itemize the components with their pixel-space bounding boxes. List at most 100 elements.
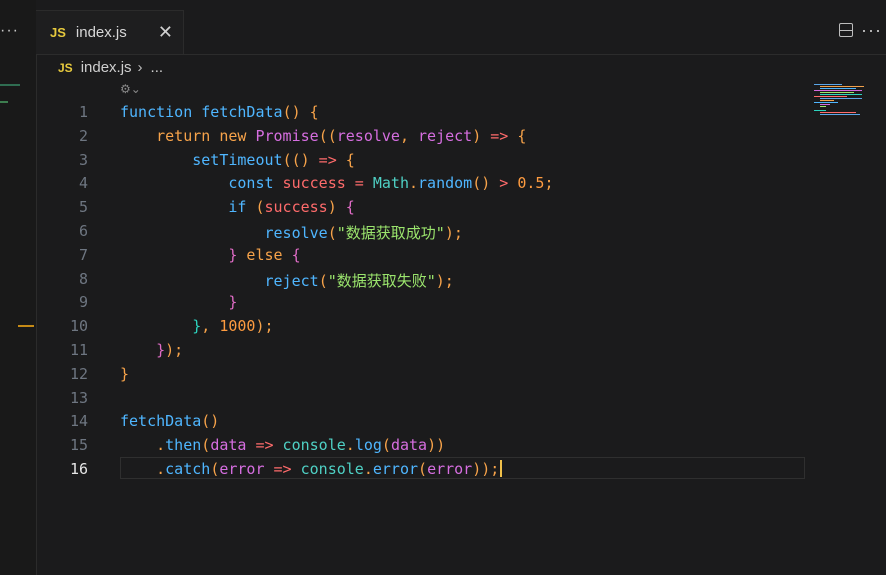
code-line[interactable]: 8 reject("数据获取失败");	[38, 268, 808, 292]
more-actions-icon[interactable]: ···	[0, 22, 19, 40]
code-line[interactable]: 14 fetchData()	[38, 410, 808, 434]
minimap-line	[814, 84, 842, 85]
more-actions-icon[interactable]: ···	[861, 20, 882, 41]
code-token: 0.5	[508, 174, 545, 193]
breadcrumb-file[interactable]: index.js	[81, 59, 132, 76]
line-number: 9	[78, 293, 88, 312]
code-text[interactable]: }	[120, 365, 129, 383]
code-token: {	[508, 126, 527, 145]
line-number: 11	[69, 341, 88, 359]
minimap-line	[820, 86, 864, 87]
minimap-line	[814, 110, 826, 111]
line-number: 7	[78, 245, 88, 264]
code-text[interactable]: setTimeout(() => {	[120, 151, 355, 169]
code-token: .	[409, 174, 419, 193]
code-text[interactable]: function fetchData() {	[120, 103, 319, 121]
code-text[interactable]: reject("数据获取失败");	[120, 270, 454, 291]
minimap-line	[820, 94, 862, 95]
close-icon[interactable]: ✕	[158, 22, 173, 43]
code-token: "数据获取成功"	[336, 224, 445, 242]
minimap-line	[820, 106, 826, 107]
code-token: (	[318, 271, 328, 290]
code-token: ,	[201, 317, 211, 336]
code-token: =>	[246, 436, 274, 455]
code-token: log	[354, 436, 382, 455]
line-number: 4	[78, 174, 88, 193]
code-text[interactable]: const success = Math.random() > 0.5;	[120, 174, 553, 193]
code-text[interactable]: .catch(error => console.error(error));	[120, 460, 503, 478]
code-token: ));	[472, 460, 500, 478]
minimap[interactable]	[806, 76, 866, 121]
code-token: reject	[409, 126, 473, 145]
code-line[interactable]: 7 } else {	[38, 244, 808, 268]
code-lens-icon[interactable]: ⚙⌄	[120, 82, 141, 96]
code-line[interactable]: 5 if (success) {	[38, 196, 808, 220]
code-line[interactable]: 6 resolve("数据获取成功");	[38, 220, 808, 244]
code-line[interactable]: 3 setTimeout(() => {	[38, 149, 808, 173]
code-token: error	[219, 460, 265, 478]
code-token: >	[490, 174, 509, 193]
code-token: data	[390, 436, 428, 455]
code-line[interactable]: 13	[38, 387, 808, 411]
code-token: error	[372, 460, 419, 478]
code-line[interactable]: 16 .catch(error => console.error(error))…	[38, 458, 808, 482]
code-text[interactable]: fetchData()	[120, 412, 219, 430]
code-token: )	[300, 150, 310, 169]
code-line[interactable]: 12}	[38, 363, 808, 387]
minimap-line	[814, 90, 862, 91]
code-text[interactable]: return new Promise((resolve, reject) => …	[120, 127, 526, 145]
code-line[interactable]: 11 });	[38, 339, 808, 363]
code-line[interactable]: 15 .then(data => console.log(data))	[38, 434, 808, 458]
code-editor[interactable]: 1 function fetchData() {2 return new Prom…	[38, 101, 838, 575]
code-token: =>	[264, 460, 292, 478]
code-token: catch	[165, 460, 211, 478]
code-token: const	[120, 174, 274, 193]
code-line[interactable]: 2 return new Promise((resolve, reject) =…	[38, 125, 808, 149]
minimap-line	[820, 112, 856, 113]
code-token: new	[210, 126, 247, 145]
code-token: error	[427, 460, 473, 478]
line-number: 3	[78, 150, 88, 169]
code-line[interactable]: 4 const success = Math.random() > 0.5;	[38, 172, 808, 196]
code-text[interactable]: .then(data => console.log(data))	[120, 436, 445, 454]
line-number: 12	[69, 364, 88, 383]
code-token: }	[120, 341, 166, 359]
code-token: {	[336, 198, 355, 217]
code-line[interactable]: 1 function fetchData() {	[38, 101, 808, 125]
code-token: );	[255, 317, 274, 336]
code-text[interactable]: }	[120, 293, 237, 311]
code-token: )	[472, 126, 482, 145]
breadcrumb-symbol[interactable]: ...	[151, 59, 164, 76]
code-text[interactable]: });	[120, 341, 183, 359]
line-number: 14	[69, 412, 88, 431]
code-token: (	[381, 436, 391, 455]
line-number: 15	[69, 436, 88, 455]
code-token: fetchData	[120, 412, 202, 431]
code-token: return	[120, 126, 211, 145]
code-token: success	[264, 198, 328, 217]
code-token: );	[165, 341, 184, 359]
code-token: ((	[282, 150, 301, 169]
code-token: }	[120, 293, 238, 312]
code-token: Promise	[246, 126, 319, 145]
breadcrumb: JS index.js › ...	[58, 59, 163, 76]
code-token: setTimeout	[120, 150, 283, 169]
code-text[interactable]: }, 1000);	[120, 317, 274, 336]
code-token: }	[120, 364, 130, 383]
tab-index-js[interactable]: JS index.js ✕	[36, 10, 184, 54]
code-text[interactable]: } else {	[120, 245, 300, 264]
code-text[interactable]: resolve("数据获取成功");	[120, 222, 462, 243]
code-token: then	[165, 436, 202, 455]
code-line[interactable]: 9 }	[38, 291, 808, 315]
code-token: random	[418, 174, 473, 193]
code-token: );	[435, 271, 454, 290]
code-token: (	[327, 224, 337, 242]
code-text[interactable]: if (success) {	[120, 198, 355, 217]
minimap-line	[820, 114, 860, 115]
code-token: else	[237, 245, 283, 264]
minimap-line	[820, 104, 830, 105]
split-editor-icon[interactable]	[839, 23, 853, 37]
code-line[interactable]: 10 }, 1000);	[38, 315, 808, 339]
minimap-line	[814, 102, 838, 103]
code-token: ((	[318, 126, 337, 145]
